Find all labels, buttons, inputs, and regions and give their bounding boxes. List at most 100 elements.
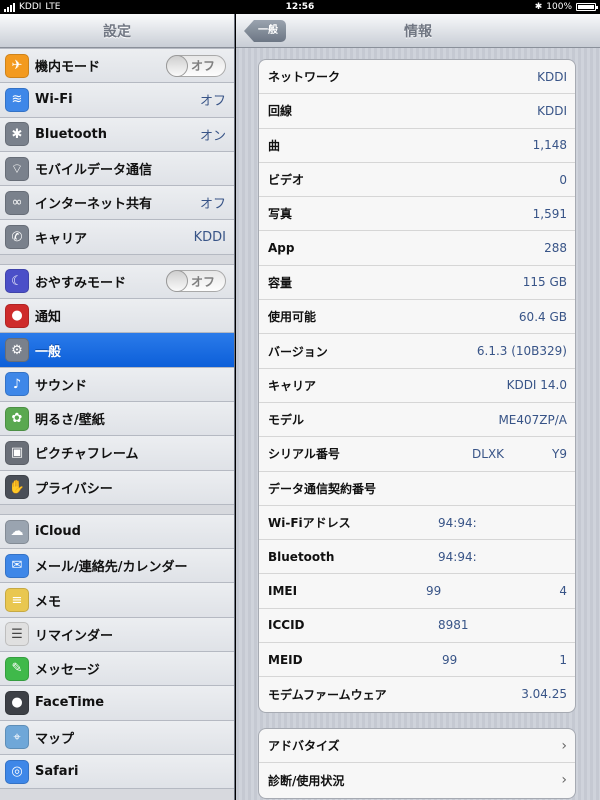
sidebar-item-value: KDDI xyxy=(193,229,226,245)
sidebar-item-value: オフ xyxy=(199,94,226,110)
sidebar-item[interactable]: ♪ サウンド xyxy=(0,367,234,402)
sidebar-item[interactable]: ☁ iCloud xyxy=(0,514,234,550)
info-value-part: DLXK xyxy=(472,446,505,461)
info-value: 115 GB xyxy=(522,275,567,290)
info-key: モデル xyxy=(268,413,305,428)
battery-percent: 100% xyxy=(546,2,572,12)
info-row: Wi-Fiアドレス 94:94: xyxy=(259,506,575,541)
info-key: App xyxy=(268,241,295,256)
sidebar-item[interactable]: ✈ 機内モード オフ xyxy=(0,49,234,84)
sound-icon: ♪ xyxy=(5,372,29,397)
info-value-part: 1 xyxy=(559,652,567,667)
sidebar-item[interactable]: ✆ キャリア KDDI xyxy=(0,220,234,255)
status-time: 12:56 xyxy=(285,2,315,12)
sidebar-item-label: 明るさ/壁紙 xyxy=(35,413,105,429)
info-key: 曲 xyxy=(268,138,281,153)
wifi-icon: ≋ xyxy=(5,87,29,112)
sidebar-item[interactable]: ∞ インターネット共有 オフ xyxy=(0,186,234,221)
sidebar-item-label: 機内モード xyxy=(35,60,101,76)
info-key: バージョン xyxy=(268,344,328,359)
info-value: 1,148 xyxy=(532,138,567,153)
info-value: 94:94: xyxy=(376,516,567,530)
info-table: ネットワーク KDDI 回線 KDDI 曲 1,148 ビデオ 0 写真 1,591 App 288 容… xyxy=(258,59,576,713)
messages-icon: ✎ xyxy=(5,656,29,681)
sidebar-item[interactable]: ◎ Safari xyxy=(0,754,234,790)
moon-icon: ☾ xyxy=(5,269,29,294)
sidebar-item-value: オン xyxy=(199,128,226,144)
info-row: キャリア KDDI 14.0 xyxy=(259,369,575,403)
info-value: 8981 xyxy=(376,618,567,632)
sidebar-item[interactable]: ▣ ピクチャフレーム xyxy=(0,436,234,471)
back-button[interactable]: 一般 xyxy=(244,20,286,42)
sidebar-item-label: Wi-Fi xyxy=(35,92,73,108)
sidebar-item-label: 通知 xyxy=(35,310,62,326)
sidebar-nav-bar: 設定 xyxy=(0,14,234,48)
sidebar-item[interactable]: ✉ メール/連絡先/カレンダー xyxy=(0,549,234,584)
info-row: ICCID 8981 xyxy=(259,609,575,644)
maps-icon: ⌖ xyxy=(5,725,29,750)
sidebar-item[interactable]: ● 通知 xyxy=(0,299,234,334)
detail-title: 情報 xyxy=(404,23,432,40)
info-value: 288 xyxy=(544,241,567,256)
sidebar-item-label: メール/連絡先/カレンダー xyxy=(35,560,188,576)
cloud-icon: ☁ xyxy=(5,519,29,544)
detail-pane: 一般 情報 ネットワーク KDDI 回線 KDDI 曲 1,148 ビデオ 0 写真 1,591 A… xyxy=(236,14,600,800)
toggle-label: オフ xyxy=(190,274,215,289)
phone-icon: ✆ xyxy=(5,225,29,250)
gear-icon: ⚙ xyxy=(5,338,29,363)
sidebar-item[interactable]: ⌖ マップ xyxy=(0,720,234,755)
link-row[interactable]: アドバタイズ › xyxy=(259,729,575,764)
safari-icon: ◎ xyxy=(5,759,29,784)
hand-icon: ✋ xyxy=(5,475,29,500)
sidebar-item[interactable]: ☰ リマインダー xyxy=(0,617,234,653)
sidebar-item-label: プライバシー xyxy=(35,481,113,497)
info-row: モデル ME407ZP/A xyxy=(259,403,575,438)
sidebar-item[interactable]: ✋ プライバシー xyxy=(0,470,234,505)
info-key: MEID xyxy=(268,652,303,667)
info-value: 99 1 xyxy=(376,653,567,667)
sidebar-item-label: おやすみモード xyxy=(35,275,127,291)
info-value-part: 99 xyxy=(442,652,458,667)
sidebar-item[interactable]: ≡ メモ xyxy=(0,583,234,618)
reminders-icon: ☰ xyxy=(5,622,29,647)
battery-icon xyxy=(576,3,598,11)
sidebar-group: ☁ iCloud ✉ メール/連絡先/カレンダー ≡ メモ ☰ リマインダー ✎ メッセージ ● Fa… xyxy=(0,513,234,790)
info-key: 容量 xyxy=(268,275,293,290)
picture-frame-icon: ▣ xyxy=(5,440,29,465)
mail-icon: ✉ xyxy=(5,553,29,578)
info-key: データ通信契約番号 xyxy=(268,481,377,496)
info-key: ネットワーク xyxy=(268,70,341,85)
info-key: ICCID xyxy=(268,618,305,633)
sidebar-item-label: インターネット共有 xyxy=(35,197,153,213)
info-value: 3.04.25 xyxy=(521,687,567,702)
info-row: 回線 KDDI xyxy=(259,94,575,129)
sidebar-item-label: サウンド xyxy=(35,378,88,394)
info-value: DLXK Y9 xyxy=(376,447,567,461)
detail-nav-bar: 一般 情報 xyxy=(236,14,600,48)
sidebar-item[interactable]: ☾ おやすみモード オフ xyxy=(0,264,234,300)
sidebar-title: 設定 xyxy=(103,23,131,40)
toggle-switch[interactable]: オフ xyxy=(166,270,226,293)
link-icon: ∞ xyxy=(5,190,29,215)
sidebar-item[interactable]: ✱ Bluetooth オン xyxy=(0,117,234,152)
toggle-switch[interactable]: オフ xyxy=(166,54,226,77)
sidebar-item[interactable]: ● FaceTime xyxy=(0,686,234,721)
info-row: App 288 xyxy=(259,231,575,266)
sidebar-item[interactable]: ✿ 明るさ/壁紙 xyxy=(0,401,234,437)
sidebar-item[interactable]: ≋ Wi-Fi オフ xyxy=(0,83,234,118)
sidebar-item-value: オフ xyxy=(199,197,226,213)
info-value: 94:94: xyxy=(376,550,567,564)
link-row[interactable]: 診断/使用状況 › xyxy=(259,763,575,797)
sidebar-item-label: リマインダー xyxy=(35,628,114,644)
sidebar-item-label: iCloud xyxy=(35,524,81,539)
info-row: バージョン 6.1.3 (10B329) xyxy=(259,334,575,369)
info-value: 1,591 xyxy=(532,206,567,221)
sidebar-item[interactable]: ✎ メッセージ xyxy=(0,652,234,687)
info-value: KDDI xyxy=(537,69,567,84)
sidebar-group: ✈ 機内モード オフ ≋ Wi-Fi オフ ✱ Bluetooth オン ⌔ モバイルデータ通信 ∞ イ… xyxy=(0,48,234,255)
info-row: データ通信契約番号 xyxy=(259,472,575,506)
sidebar-item[interactable]: ⚙ 一般 xyxy=(0,333,234,368)
sidebar-item[interactable]: ⌔ モバイルデータ通信 xyxy=(0,151,234,187)
info-row: Bluetooth 94:94: xyxy=(259,540,575,575)
bluetooth-status-icon: ✱ xyxy=(534,2,543,12)
